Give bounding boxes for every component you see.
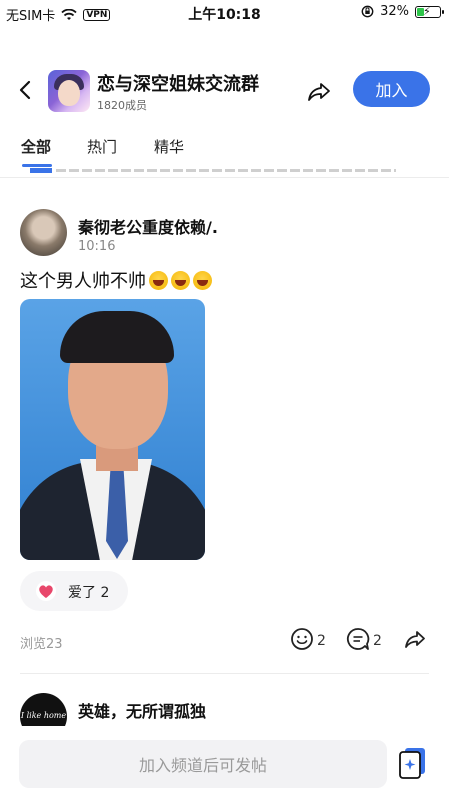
battery-percent: 32%: [380, 4, 409, 19]
previous-post-fragment: [0, 168, 449, 178]
emoji-reaction-icon[interactable]: [290, 627, 314, 651]
orientation-lock-icon: [361, 5, 374, 18]
tab-featured[interactable]: 精华: [154, 136, 184, 157]
grinning-emoji-icon: [149, 270, 168, 290]
tab-active-indicator: [22, 164, 52, 167]
post-time: 10:16: [78, 239, 116, 254]
emoji-count: 2: [317, 633, 326, 649]
previous-post-text-cut: [56, 169, 396, 172]
view-count: 浏览23: [20, 637, 63, 652]
forward-share-icon[interactable]: [403, 627, 427, 651]
channel-header: 恋与深空姐妹交流群 1820成员 加入: [0, 66, 449, 118]
tab-hot[interactable]: 热门: [87, 136, 117, 157]
status-right: 32% ⚡: [361, 4, 444, 19]
comment-count: 2: [373, 633, 382, 649]
grinning-emoji-icon: [193, 270, 212, 290]
member-count: 1820成员: [97, 99, 147, 112]
post-body: 这个男人帅不帅: [20, 267, 212, 293]
share-icon[interactable]: [306, 78, 332, 104]
reaction-chip[interactable]: 爱了 2: [20, 571, 128, 611]
heart-eyes-icon: [36, 581, 56, 601]
group-name[interactable]: 恋与深空姐妹交流群: [97, 70, 259, 96]
next-post-author[interactable]: 英雄，无所谓孤独: [78, 698, 206, 722]
reaction-label: 爱了 2: [68, 585, 110, 601]
post-image[interactable]: [20, 299, 205, 560]
battery-icon: ⚡: [415, 4, 444, 18]
back-arrow-icon[interactable]: [14, 78, 38, 102]
avatar-face: [58, 80, 80, 106]
comment-icon[interactable]: [346, 627, 370, 651]
tab-all[interactable]: 全部: [21, 136, 51, 157]
compose-input[interactable]: 加入频道后可发帖: [19, 740, 387, 788]
tab-bar: 全部 热门 精华: [0, 136, 449, 168]
join-button[interactable]: 加入: [353, 71, 430, 107]
bottom-bar: 加入频道后可发帖: [0, 726, 449, 800]
group-avatar[interactable]: [48, 70, 90, 112]
publish-card-icon[interactable]: [397, 746, 429, 780]
charging-icon: ⚡: [423, 4, 431, 18]
grinning-emoji-icon: [171, 270, 190, 290]
previous-post-tag: [30, 168, 52, 173]
photo-hair: [60, 311, 174, 363]
next-avatar-text: I like home: [20, 711, 67, 720]
post-divider: [20, 673, 429, 674]
post-author[interactable]: 秦彻老公重度依赖/.: [78, 214, 218, 238]
status-bar: 无SIM卡 VPN 上午10:18 32% ⚡: [0, 0, 449, 26]
post-text: 这个男人帅不帅: [20, 271, 146, 292]
author-avatar[interactable]: [20, 209, 67, 256]
